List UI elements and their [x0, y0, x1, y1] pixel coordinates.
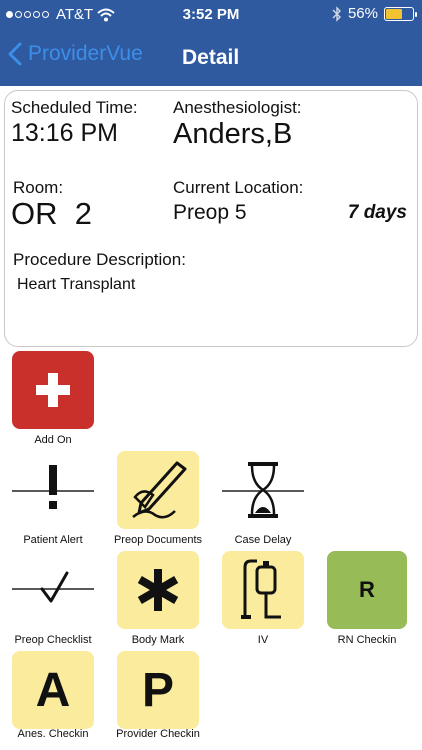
- case-delay-label: Case Delay: [234, 534, 292, 546]
- rn-checkin-letter: R: [359, 577, 375, 602]
- bluetooth-icon: [332, 5, 341, 22]
- status-right: 56%: [332, 5, 417, 22]
- top-bar: AT&T 3:52 PM 56% ProviderVue Detail: [0, 0, 422, 86]
- preop-checklist-label: Preop Checklist: [14, 634, 92, 646]
- procedure-label: Procedure Description:: [13, 250, 186, 269]
- patient-alert-button[interactable]: [12, 451, 94, 529]
- case-delay-button[interactable]: [222, 451, 304, 529]
- detail-card: Scheduled Time: 13:16 PM Anesthesiologis…: [4, 90, 418, 347]
- body-mark-button[interactable]: [117, 551, 199, 629]
- current-location-value: Preop 5: [173, 201, 247, 224]
- preop-checklist-button[interactable]: [12, 551, 94, 629]
- body-mark-label: Body Mark: [131, 634, 185, 646]
- back-label: ProviderVue: [28, 42, 143, 65]
- battery-percent: 56%: [347, 5, 378, 22]
- anesthesiologist-label: Anesthesiologist:: [173, 98, 302, 117]
- status-bar: AT&T 3:52 PM 56%: [0, 0, 422, 30]
- chevron-left-icon: [8, 42, 22, 66]
- nav-bar: ProviderVue Detail: [0, 38, 422, 78]
- rn-checkin-button[interactable]: R: [327, 551, 407, 629]
- preop-documents-label: Preop Documents: [113, 534, 203, 546]
- plus-icon: [36, 373, 70, 407]
- iv-button[interactable]: [222, 551, 304, 629]
- iv-label: IV: [257, 634, 269, 646]
- pen-writing-icon: [132, 461, 187, 519]
- provider-checkin-button[interactable]: P: [117, 651, 199, 729]
- exclamation-icon: [12, 465, 94, 509]
- procedure-value: Heart Transplant: [17, 276, 136, 293]
- battery-icon: [384, 6, 417, 21]
- back-button[interactable]: ProviderVue: [8, 42, 143, 66]
- checkmark-icon: [12, 571, 94, 603]
- patient-alert-label: Patient Alert: [23, 534, 83, 546]
- iv-bag-icon: [241, 559, 281, 619]
- room-value: OR 2: [11, 196, 92, 231]
- room-label: Room:: [13, 178, 64, 197]
- provider-checkin-letter: P: [141, 663, 174, 717]
- page-title: Detail: [182, 46, 240, 69]
- rn-checkin-label: RN Checkin: [337, 634, 397, 646]
- scheduled-time-value: 13:16 PM: [11, 119, 119, 147]
- anes-checkin-label: Anes. Checkin: [17, 728, 89, 740]
- current-location-label: Current Location:: [173, 178, 304, 197]
- anesthesiologist-value: Anders,B: [173, 118, 293, 150]
- add-on-button[interactable]: [12, 351, 94, 429]
- provider-checkin-label: Provider Checkin: [116, 728, 200, 740]
- asterisk-icon: [137, 569, 179, 611]
- anes-checkin-letter: A: [35, 663, 71, 717]
- add-on-label: Add On: [34, 434, 72, 446]
- preop-documents-button[interactable]: [117, 451, 199, 529]
- scheduled-time-label: Scheduled Time:: [11, 98, 138, 117]
- anes-checkin-button[interactable]: A: [12, 651, 94, 729]
- battery-fill: [386, 8, 402, 19]
- duration-value: 7 days: [347, 202, 407, 223]
- hourglass-icon: [222, 462, 304, 518]
